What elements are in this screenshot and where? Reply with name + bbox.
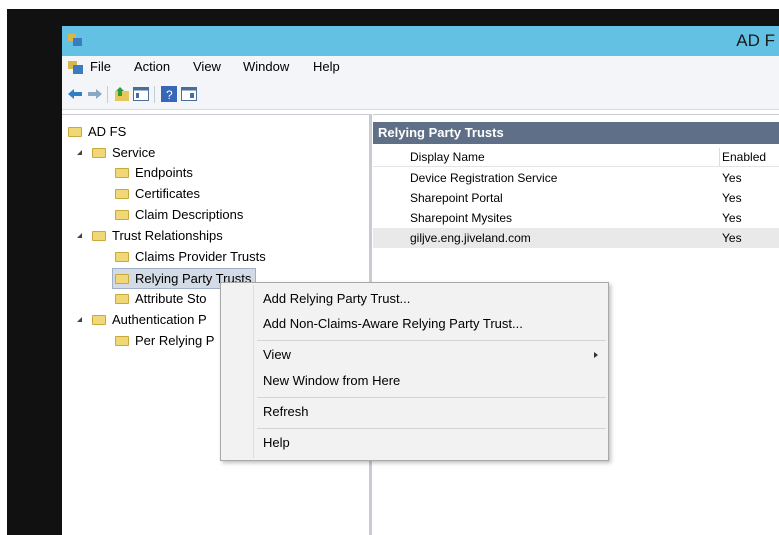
column-header-display-name[interactable]: Display Name — [410, 149, 485, 165]
menu-window[interactable]: Window — [243, 59, 289, 74]
forward-arrow-icon[interactable] — [87, 86, 103, 102]
tree-node-authentication-policies[interactable]: Authentication P — [92, 310, 207, 330]
table-row[interactable]: Sharepoint Mysites Yes — [373, 208, 779, 228]
menu-item-label: New Window from Here — [263, 373, 401, 388]
menu-separator — [257, 428, 606, 429]
enabled-cell: Yes — [722, 171, 742, 185]
folder-icon — [115, 168, 129, 178]
toolbar-separator — [107, 86, 108, 103]
console-icon[interactable] — [68, 61, 83, 74]
context-menu: Add Relying Party Trust... Add Non-Claim… — [220, 282, 609, 461]
menu-item-label: Add Non-Claims-Aware Relying Party Trust… — [263, 316, 523, 331]
menu-item-refresh[interactable]: Refresh — [221, 400, 608, 424]
menu-file[interactable]: File — [90, 59, 111, 74]
tree-node-service[interactable]: Service — [92, 143, 155, 163]
menu-item-view[interactable]: View — [221, 343, 608, 367]
tree-label: Claim Descriptions — [135, 207, 244, 222]
tree-label: Certificates — [135, 186, 201, 201]
folder-icon — [115, 252, 129, 262]
tree-label: Authentication P — [112, 312, 207, 327]
menu-separator — [257, 397, 606, 398]
toolbar: ? — [62, 80, 779, 110]
folder-icon — [92, 148, 106, 158]
enabled-cell: Yes — [722, 211, 742, 225]
tree-label: Per Relying P — [135, 333, 215, 348]
menu-item-new-window-from-here[interactable]: New Window from Here — [221, 369, 608, 393]
menu-separator — [257, 340, 606, 341]
results-pane-header: Relying Party Trusts — [373, 122, 779, 144]
collapse-icon[interactable] — [77, 233, 82, 238]
back-arrow-icon[interactable] — [67, 86, 83, 102]
folder-icon — [92, 231, 106, 241]
show-hide-action-pane-icon[interactable] — [181, 86, 197, 102]
table-row[interactable]: Device Registration Service Yes — [373, 168, 779, 188]
collapse-icon[interactable] — [77, 150, 82, 155]
tree-label: Trust Relationships — [112, 228, 223, 243]
tree-label: Endpoints — [135, 165, 193, 180]
menu-item-label: Help — [263, 435, 290, 450]
adfs-app-icon — [68, 34, 82, 46]
enabled-cell: Yes — [722, 231, 742, 245]
tree-node-per-relying-party[interactable]: Per Relying P — [115, 331, 214, 351]
tree-node-attribute-stores[interactable]: Attribute Sto — [115, 289, 207, 309]
menu-item-label: Refresh — [263, 404, 309, 419]
folder-icon — [115, 189, 129, 199]
submenu-arrow-icon — [594, 352, 598, 358]
menu-item-add-non-claims-aware-trust[interactable]: Add Non-Claims-Aware Relying Party Trust… — [221, 312, 608, 336]
menu-help[interactable]: Help — [313, 59, 340, 74]
display-name-cell: Sharepoint Mysites — [410, 211, 513, 225]
folder-icon — [115, 274, 129, 284]
column-header-enabled[interactable]: Enabled — [722, 149, 766, 165]
tree-node-endpoints[interactable]: Endpoints — [115, 163, 193, 183]
title-bar[interactable]: AD F — [62, 26, 779, 56]
show-hide-console-tree-icon[interactable] — [133, 86, 149, 102]
table-row[interactable]: giljve.eng.jiveland.com Yes — [373, 228, 779, 248]
tree-label: Attribute Sto — [135, 291, 207, 306]
column-header-border — [373, 166, 779, 167]
tree-label: Claims Provider Trusts — [135, 249, 266, 264]
tree-node-claim-descriptions[interactable]: Claim Descriptions — [115, 205, 243, 225]
folder-icon — [115, 210, 129, 220]
folder-icon — [92, 315, 106, 325]
menu-item-label: Add Relying Party Trust... — [263, 291, 411, 306]
tree-node-trust-relationships[interactable]: Trust Relationships — [92, 226, 223, 246]
collapse-icon[interactable] — [77, 317, 82, 322]
menu-item-help[interactable]: Help — [221, 431, 608, 455]
menu-item-label: View — [263, 347, 291, 362]
menu-bar: File Action View Window Help — [62, 56, 779, 80]
table-row[interactable]: Sharepoint Portal Yes — [373, 188, 779, 208]
tree-node-adfs[interactable]: AD FS — [68, 122, 126, 142]
menu-action[interactable]: Action — [134, 59, 170, 74]
help-icon[interactable]: ? — [161, 86, 177, 102]
tree-label: AD FS — [88, 124, 127, 139]
tree-node-claims-provider-trusts[interactable]: Claims Provider Trusts — [115, 247, 266, 267]
folder-icon — [68, 127, 82, 137]
column-divider[interactable] — [719, 148, 720, 166]
menu-view[interactable]: View — [193, 59, 221, 74]
display-name-cell: Sharepoint Portal — [410, 191, 503, 205]
display-name-cell: Device Registration Service — [410, 171, 558, 185]
toolbar-separator — [154, 86, 155, 103]
window-title: AD F — [736, 31, 775, 50]
svg-text:?: ? — [166, 88, 173, 102]
enabled-cell: Yes — [722, 191, 742, 205]
folder-icon — [115, 294, 129, 304]
menu-item-add-relying-party-trust[interactable]: Add Relying Party Trust... — [221, 287, 608, 311]
tree-label: Service — [112, 145, 156, 160]
tree-node-certificates[interactable]: Certificates — [115, 184, 200, 204]
display-name-cell: giljve.eng.jiveland.com — [410, 231, 531, 245]
up-folder-icon[interactable] — [114, 86, 130, 102]
folder-icon — [115, 336, 129, 346]
